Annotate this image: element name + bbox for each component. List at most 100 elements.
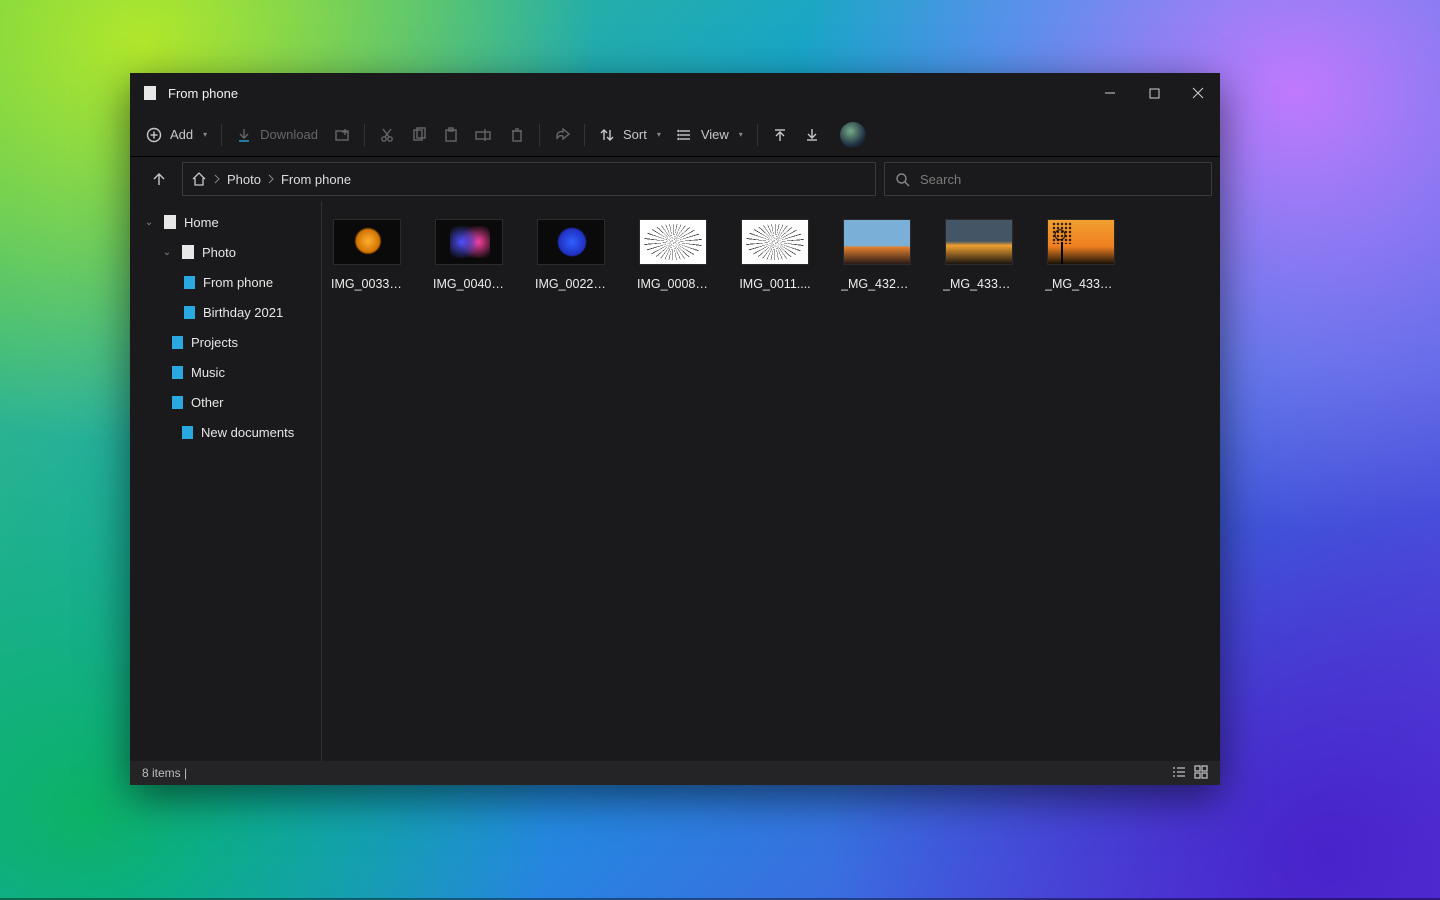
file-name: IMG_0022.... <box>535 277 607 291</box>
tree-item-other[interactable]: Other <box>130 387 321 417</box>
rename-button[interactable] <box>467 119 501 151</box>
file-name: IMG_0033.... <box>331 277 403 291</box>
file-item[interactable]: IMG_0040.... <box>434 219 504 291</box>
tree-item-from-phone[interactable]: From phone <box>130 267 321 297</box>
breadcrumb-from-phone[interactable]: From phone <box>281 172 351 187</box>
chevron-down-icon: ▾ <box>739 130 743 139</box>
chevron-down-icon: ▾ <box>657 130 661 139</box>
share-button[interactable] <box>546 119 578 151</box>
folder-icon <box>182 245 194 259</box>
separator <box>757 124 758 146</box>
scroll-bottom-button[interactable] <box>796 119 828 151</box>
thumbnail <box>333 219 401 265</box>
sidebar: ⌄ Home ⌄ Photo From phone Birthday 2021 … <box>130 201 322 761</box>
sort-button[interactable]: Sort ▾ <box>591 119 669 151</box>
tree-item-home[interactable]: ⌄ Home <box>130 207 321 237</box>
file-name: IMG_0011.... <box>739 277 810 291</box>
tree-label: Photo <box>202 245 236 260</box>
file-item[interactable]: IMG_0033.... <box>332 219 402 291</box>
cut-button[interactable] <box>371 119 403 151</box>
status-items: 8 items | <box>142 766 187 780</box>
thumbnail <box>843 219 911 265</box>
view-list-button[interactable] <box>1172 765 1186 782</box>
file-item[interactable]: _MG_4329... <box>842 219 912 291</box>
body: ⌄ Home ⌄ Photo From phone Birthday 2021 … <box>130 201 1220 761</box>
tree-item-music[interactable]: Music <box>130 357 321 387</box>
scroll-top-button[interactable] <box>764 119 796 151</box>
thumbnail <box>1047 219 1115 265</box>
delete-button[interactable] <box>501 119 533 151</box>
download-label: Download <box>260 127 318 142</box>
thumbnail <box>945 219 1013 265</box>
separator <box>364 124 365 146</box>
download-button[interactable]: Download <box>228 119 326 151</box>
folder-icon <box>164 215 176 229</box>
search-box[interactable] <box>884 162 1212 196</box>
new-folder-button[interactable] <box>326 119 358 151</box>
user-avatar[interactable] <box>840 122 866 148</box>
sort-label: Sort <box>623 127 647 142</box>
search-icon <box>895 172 910 187</box>
add-button[interactable]: Add ▾ <box>138 119 215 151</box>
tree-label: New documents <box>201 425 294 440</box>
add-label: Add <box>170 127 193 142</box>
toolbar: Add ▾ Download <box>130 113 1220 157</box>
thumbnail <box>639 219 707 265</box>
window-title: From phone <box>168 86 238 101</box>
tree-item-birthday[interactable]: Birthday 2021 <box>130 297 321 327</box>
chevron-down-icon: ▾ <box>203 130 207 139</box>
separator <box>221 124 222 146</box>
file-name: IMG_0008.... <box>637 277 709 291</box>
maximize-button[interactable] <box>1132 73 1176 113</box>
thumbnail <box>537 219 605 265</box>
file-name: IMG_0040.... <box>433 277 505 291</box>
thumbnail <box>741 219 809 265</box>
paste-button[interactable] <box>435 119 467 151</box>
up-button[interactable] <box>144 164 174 194</box>
address-bar[interactable]: Photo From phone <box>182 162 876 196</box>
view-label: View <box>701 127 729 142</box>
chevron-down-icon: ⌄ <box>160 247 174 258</box>
tree-item-projects[interactable]: Projects <box>130 327 321 357</box>
tree-item-new-documents[interactable]: New documents <box>130 417 321 447</box>
search-input[interactable] <box>920 172 1201 187</box>
file-grid: IMG_0033.... IMG_0040.... IMG_0022.... I… <box>332 219 1210 291</box>
folder-icon <box>172 396 183 409</box>
file-item[interactable]: IMG_0011.... <box>740 219 810 291</box>
breadcrumb-separator <box>213 174 221 184</box>
folder-icon <box>184 306 195 319</box>
separator <box>539 124 540 146</box>
copy-button[interactable] <box>403 119 435 151</box>
tree-item-photo[interactable]: ⌄ Photo <box>130 237 321 267</box>
file-item[interactable]: _MG_4332... <box>944 219 1014 291</box>
folder-icon <box>172 336 183 349</box>
breadcrumb-separator <box>267 174 275 184</box>
view-button[interactable]: View ▾ <box>669 119 751 151</box>
app-icon <box>144 86 156 100</box>
navigation-row: Photo From phone <box>130 157 1220 201</box>
folder-icon <box>172 366 183 379</box>
file-explorer-window: From phone Add ▾ Download <box>130 73 1220 785</box>
status-bar: 8 items | <box>130 761 1220 785</box>
tree-label: Home <box>184 215 219 230</box>
tree-label: Music <box>191 365 225 380</box>
tree-label: Projects <box>191 335 238 350</box>
chevron-down-icon: ⌄ <box>142 217 156 228</box>
minimize-button[interactable] <box>1088 73 1132 113</box>
thumbnail <box>435 219 503 265</box>
file-item[interactable]: IMG_0022.... <box>536 219 606 291</box>
file-item[interactable]: IMG_0008.... <box>638 219 708 291</box>
content-area[interactable]: IMG_0033.... IMG_0040.... IMG_0022.... I… <box>322 201 1220 761</box>
tree-label: Other <box>191 395 224 410</box>
file-item[interactable]: _MG_4334... <box>1046 219 1116 291</box>
folder-icon <box>182 426 193 439</box>
breadcrumb-photo[interactable]: Photo <box>227 172 261 187</box>
tree-label: From phone <box>203 275 273 290</box>
file-name: _MG_4329... <box>841 277 913 291</box>
file-name: _MG_4334... <box>1045 277 1117 291</box>
titlebar: From phone <box>130 73 1220 113</box>
separator <box>584 124 585 146</box>
view-grid-button[interactable] <box>1194 765 1208 782</box>
close-button[interactable] <box>1176 73 1220 113</box>
tree-label: Birthday 2021 <box>203 305 283 320</box>
